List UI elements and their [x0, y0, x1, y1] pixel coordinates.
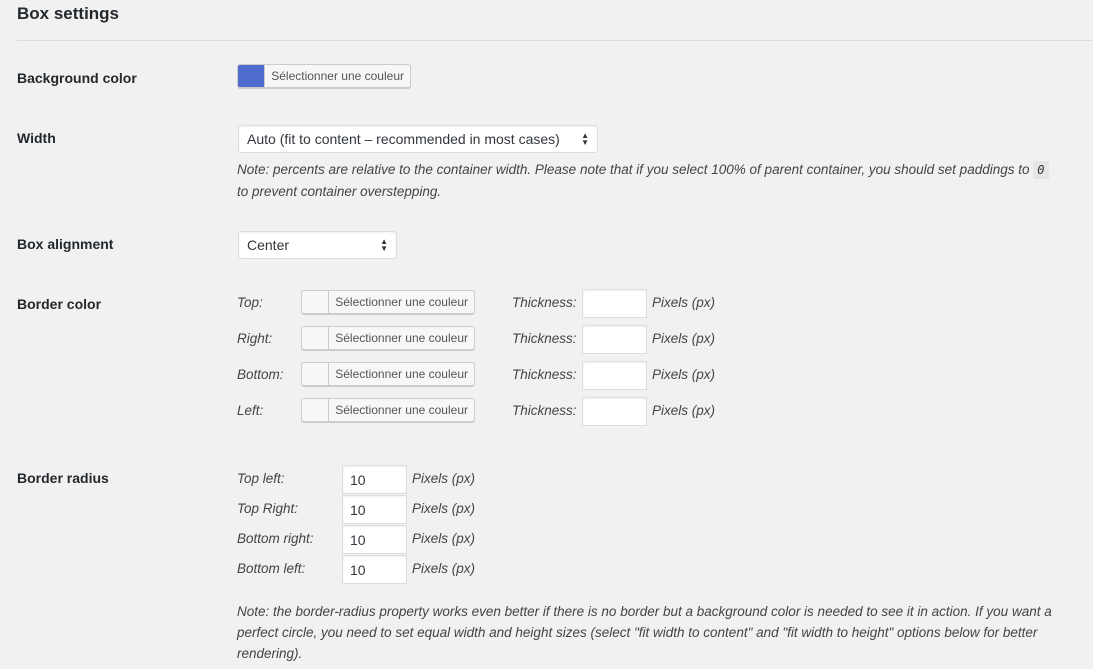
border-top-swatch: [302, 291, 330, 313]
unit-label: Pixels (px): [652, 367, 716, 382]
radius-top-right-input[interactable]: 10: [342, 495, 407, 524]
color-picker-label: Sélectionner une couleur: [335, 403, 468, 417]
color-picker-label: Sélectionner une couleur: [335, 295, 468, 309]
radius-corner-label: Top left:: [237, 471, 285, 486]
thickness-label: Thickness:: [512, 331, 577, 346]
width-note-text: Note: percents are relative to the conta…: [237, 162, 1030, 177]
thickness-label: Thickness:: [512, 367, 577, 382]
color-picker-label: Sélectionner une couleur: [335, 367, 468, 381]
background-color-label: Background color: [17, 70, 137, 86]
border-radius-note: Note: the border-radius property works e…: [237, 601, 1093, 664]
border-bottom-color-button[interactable]: Sélectionner une couleur: [301, 362, 475, 386]
unit-label: Pixels (px): [412, 561, 476, 576]
border-top-thickness-input[interactable]: [582, 289, 647, 318]
divider: [17, 40, 1093, 41]
box-alignment-label: Box alignment: [17, 236, 114, 252]
section-title: Box settings: [17, 4, 120, 23]
border-left-thickness-input[interactable]: [582, 397, 647, 426]
border-radius-note-line: perfect circle, you need to set equal wi…: [237, 625, 1038, 640]
alignment-select[interactable]: Center ▲ ▼: [238, 231, 397, 259]
border-side-label: Top:: [237, 295, 263, 310]
select-arrows-icon: ▲ ▼: [380, 237, 388, 253]
unit-label: Pixels (px): [652, 403, 716, 418]
border-side-label: Left:: [237, 403, 264, 418]
unit-label: Pixels (px): [412, 531, 476, 546]
radius-corner-label: Bottom right:: [237, 531, 314, 546]
border-radius-label: Border radius: [17, 470, 109, 486]
border-left-swatch: [302, 399, 330, 421]
unit-label: Pixels (px): [412, 471, 476, 486]
radius-corner-label: Bottom left:: [237, 561, 306, 576]
background-color-swatch: [238, 65, 266, 87]
border-right-thickness-input[interactable]: [582, 325, 647, 354]
border-top-color-button[interactable]: Sélectionner une couleur: [301, 290, 475, 314]
color-picker-label: Sélectionner une couleur: [271, 69, 404, 83]
width-selected-value: Auto (fit to content – recommended in mo…: [247, 131, 560, 147]
radius-bottom-left-input[interactable]: 10: [342, 555, 407, 584]
border-bottom-swatch: [302, 363, 330, 385]
radius-corner-label: Top Right:: [237, 501, 299, 516]
unit-label: Pixels (px): [652, 295, 716, 310]
thickness-label: Thickness:: [512, 403, 577, 418]
alignment-selected-value: Center: [247, 237, 290, 253]
border-side-label: Bottom:: [237, 367, 284, 382]
border-radius-note-line: rendering).: [237, 646, 303, 661]
color-picker-label: Sélectionner une couleur: [335, 331, 468, 345]
width-note-code: 0: [1033, 161, 1049, 179]
radius-top-left-input[interactable]: 10: [342, 465, 407, 494]
border-right-swatch: [302, 327, 330, 349]
border-bottom-thickness-input[interactable]: [582, 361, 647, 390]
width-note-text-end: to prevent container overstepping.: [237, 184, 442, 199]
width-label: Width: [17, 130, 56, 146]
thickness-label: Thickness:: [512, 295, 577, 310]
radius-bottom-right-input[interactable]: 10: [342, 525, 407, 554]
select-arrows-icon: ▲ ▼: [581, 131, 589, 147]
border-left-color-button[interactable]: Sélectionner une couleur: [301, 398, 475, 422]
width-select[interactable]: Auto (fit to content – recommended in mo…: [238, 125, 598, 153]
border-right-color-button[interactable]: Sélectionner une couleur: [301, 326, 475, 350]
border-color-label: Border color: [17, 296, 102, 312]
unit-label: Pixels (px): [652, 331, 716, 346]
border-radius-note-line: Note: the border-radius property works e…: [237, 604, 1052, 619]
width-note: Note: percents are relative to the conta…: [237, 159, 1087, 202]
border-side-label: Right:: [237, 331, 273, 346]
background-color-picker-button[interactable]: Sélectionner une couleur: [237, 64, 411, 88]
unit-label: Pixels (px): [412, 501, 476, 516]
